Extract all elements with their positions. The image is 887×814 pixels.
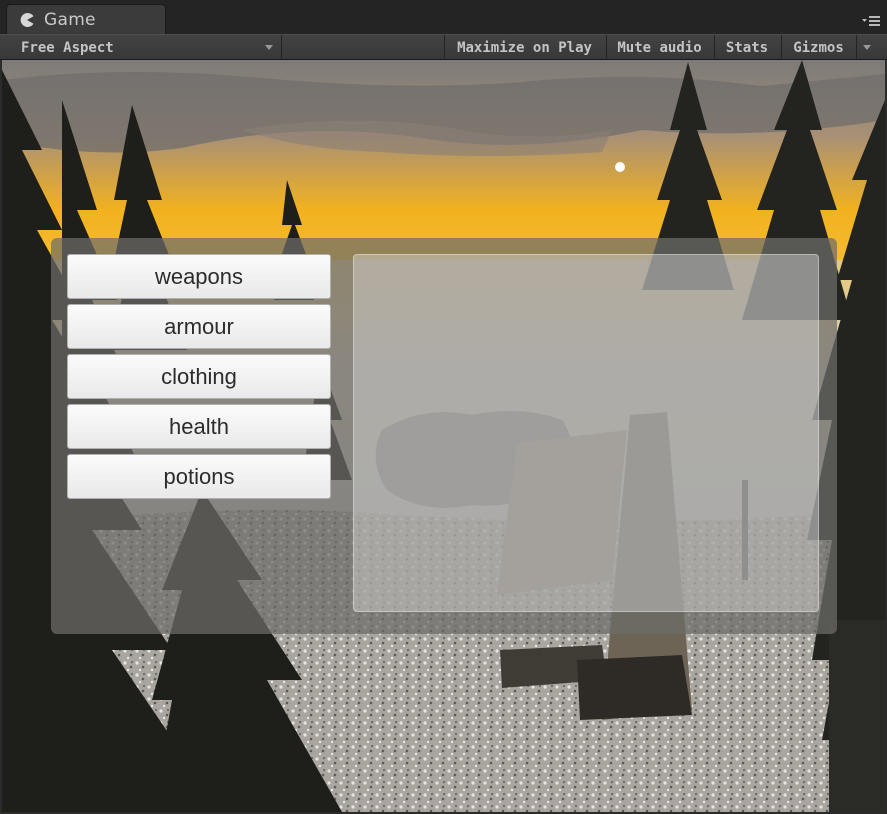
weapons-button[interactable]: weapons [67,254,331,299]
mute-audio-toggle[interactable]: Mute audio [606,35,712,60]
stats-toggle[interactable]: Stats [714,35,779,60]
game-view-toolbar: Free Aspect Maximize on Play Mute audio … [0,34,887,60]
potions-button[interactable]: potions [67,454,331,499]
inventory-panel: weapons armour clothing health potions [51,238,837,634]
gizmos-dropdown-arrow[interactable] [856,35,887,60]
item-content-area[interactable] [353,254,819,612]
maximize-on-play-toggle[interactable]: Maximize on Play [444,35,604,60]
tab-bar: Game [0,0,887,34]
gizmos-toggle[interactable]: Gizmos [781,35,855,60]
panel-menu-icon[interactable] [861,13,881,29]
chevron-down-icon [265,45,273,50]
unity-game-window: Game Free Aspect Maximize on Play Mute a… [0,0,887,814]
category-list: weapons armour clothing health potions [67,254,331,504]
tab-label: Game [44,9,96,30]
health-button[interactable]: health [67,404,331,449]
tab-game[interactable]: Game [6,4,166,34]
game-viewport[interactable]: weapons armour clothing health potions [2,60,885,812]
armour-button[interactable]: armour [67,304,331,349]
pacman-icon [20,12,34,27]
clothing-button[interactable]: clothing [67,354,331,399]
aspect-dropdown[interactable]: Free Aspect [0,35,282,60]
aspect-label: Free Aspect [21,39,114,56]
